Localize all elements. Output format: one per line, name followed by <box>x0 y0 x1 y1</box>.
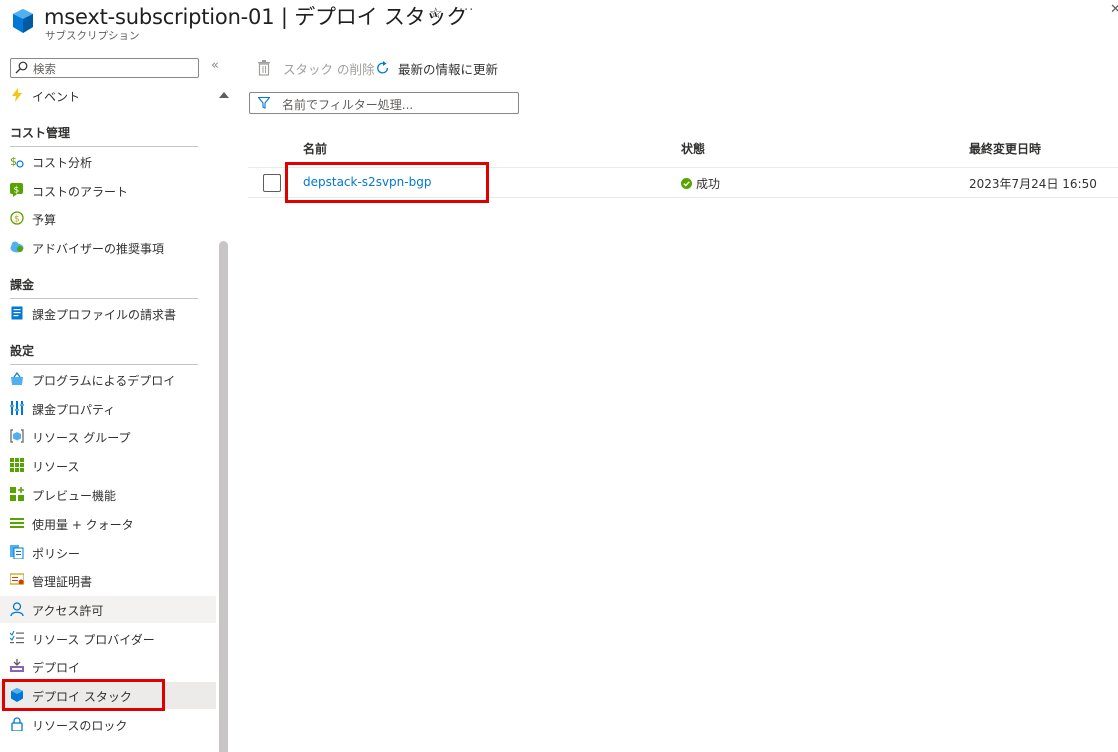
page-title: msext-subscription-01 | デプロイ スタック <box>44 5 468 29</box>
sidebar-item-label: ポリシー <box>32 547 81 561</box>
sidebar-item-label: 予算 <box>32 213 57 227</box>
sidebar-item-label: リソースのロック <box>32 719 128 733</box>
billing-properties-icon <box>10 401 24 415</box>
preview-features-icon <box>10 487 24 501</box>
star-icon[interactable]: ☆ <box>429 4 442 22</box>
sidebar-item-label: プレビュー機能 <box>32 489 117 503</box>
page-header: msext-subscription-01 | デプロイ スタック サブスクリプ… <box>0 0 1118 46</box>
column-header-status[interactable]: 状態 <box>681 140 705 157</box>
sidebar-item-label: コスト分析 <box>32 156 93 170</box>
sidebar-item-budget[interactable]: $ 予算 <box>0 205 216 232</box>
section-title-billing: 課金 <box>10 278 35 292</box>
refresh-label: 最新の情報に更新 <box>398 62 499 77</box>
sidebar-item-cost-analysis[interactable]: $ コスト分析 <box>0 148 216 175</box>
highlight-box <box>285 162 489 203</box>
policy-icon <box>10 545 24 559</box>
deployment-stack-icon <box>13 9 33 33</box>
sidebar-item-preview-features[interactable]: プレビュー機能 <box>0 481 216 508</box>
sidebar-item-label: リソース プロバイダー <box>32 633 155 647</box>
section-divider <box>10 364 198 365</box>
row-checkbox[interactable] <box>263 174 281 192</box>
column-header-last-modified[interactable]: 最終変更日時 <box>969 140 1041 157</box>
sidebar-item-policy[interactable]: ポリシー <box>0 539 216 566</box>
section-title-settings: 設定 <box>10 344 35 358</box>
lightning-icon <box>12 88 22 102</box>
sidebar-item-resources[interactable]: リソース <box>0 452 216 479</box>
deploy-icon <box>10 659 24 672</box>
lock-icon <box>11 717 23 731</box>
sidebar-item-label: イベント <box>32 90 81 104</box>
person-icon <box>10 602 24 616</box>
section-title-cost: コスト管理 <box>10 126 71 140</box>
programmatic-deploy-icon <box>11 372 23 385</box>
sidebar-item-label: デプロイ <box>32 661 81 675</box>
certificate-icon <box>10 573 24 585</box>
sidebar-item-events[interactable]: イベント <box>0 82 216 109</box>
usage-quota-icon <box>10 518 24 528</box>
sidebar-item-label: プログラムによるデプロイ <box>32 374 176 388</box>
section-divider <box>10 298 198 299</box>
trash-icon <box>258 60 270 76</box>
sidebar-item-label: コストのアラート <box>32 185 129 199</box>
close-button[interactable]: ✕ <box>1110 2 1118 17</box>
resources-icon <box>10 458 24 472</box>
search-icon <box>15 61 28 74</box>
refresh-icon <box>377 61 389 74</box>
svg-text:$: $ <box>14 186 20 196</box>
resource-group-icon <box>10 429 24 443</box>
search-input[interactable]: 検索 <box>10 58 199 78</box>
sidebar-item-programmatic-deploy[interactable]: プログラムによるデプロイ <box>0 366 216 393</box>
sidebar-item-billing-properties[interactable]: 課金プロパティ <box>0 395 216 422</box>
advisor-icon <box>10 241 24 253</box>
sidebar-item-label: リソース <box>32 460 80 474</box>
section-divider <box>10 146 198 147</box>
sidebar-item-label: 使用量 + クォータ <box>32 518 134 532</box>
cost-analysis-icon: $ <box>10 155 24 168</box>
more-options-button[interactable]: ··· <box>459 3 474 18</box>
cost-alert-icon: $ <box>10 183 23 197</box>
success-icon <box>681 178 692 189</box>
search-placeholder: 検索 <box>33 62 56 76</box>
sidebar-item-permissions[interactable]: アクセス許可 <box>0 596 216 623</box>
svg-text:$: $ <box>14 215 20 225</box>
sidebar-item-label: 課金プロパティ <box>32 403 116 417</box>
filter-placeholder: 名前でフィルター処理... <box>282 98 414 112</box>
collapse-sidebar-button[interactable]: « <box>211 58 219 73</box>
sidebar-item-cost-alerts[interactable]: $ コストのアラート <box>0 177 216 204</box>
status-cell: 成功 <box>681 175 720 192</box>
sidebar-item-invoices[interactable]: 課金プロファイルの請求書 <box>0 300 216 327</box>
scroll-up-arrow-icon[interactable] <box>219 92 229 98</box>
sidebar-item-resource-groups[interactable]: リソース グループ <box>0 423 216 450</box>
sidebar-item-management-certificates[interactable]: 管理証明書 <box>0 567 216 594</box>
sidebar-item-label: 管理証明書 <box>32 575 93 589</box>
scrollbar-thumb[interactable] <box>219 241 228 752</box>
highlight-box <box>2 679 165 711</box>
sidebar-scrollbar[interactable] <box>216 86 230 752</box>
resource-provider-icon <box>10 631 24 644</box>
sidebar-item-label: アクセス許可 <box>32 604 104 618</box>
sidebar-item-advisor[interactable]: アドバイザーの推奨事項 <box>0 234 216 261</box>
invoice-icon <box>11 306 23 320</box>
page-subtitle: サブスクリプション <box>45 30 140 42</box>
sidebar-item-label: 課金プロファイルの請求書 <box>32 308 177 322</box>
sidebar-item-resource-providers[interactable]: リソース プロバイダー <box>0 625 216 652</box>
sidebar-item-usage-quota[interactable]: 使用量 + クォータ <box>0 510 216 537</box>
delete-stack-label: スタック の削除 <box>283 62 375 77</box>
budget-icon: $ <box>10 211 24 225</box>
last-modified-cell: 2023年7月24日 16:50 <box>969 177 1097 191</box>
filter-icon <box>258 97 270 109</box>
svg-text:$: $ <box>10 155 17 168</box>
sidebar-item-label: リソース グループ <box>32 431 131 445</box>
sidebar-item-label: アドバイザーの推奨事項 <box>32 242 165 256</box>
sidebar-item-deployments[interactable]: デプロイ <box>0 653 216 680</box>
column-header-name[interactable]: 名前 <box>303 140 327 157</box>
filter-input[interactable]: 名前でフィルター処理... <box>249 92 519 114</box>
status-text: 成功 <box>696 177 721 191</box>
sidebar-item-resource-locks[interactable]: リソースのロック <box>0 711 216 738</box>
